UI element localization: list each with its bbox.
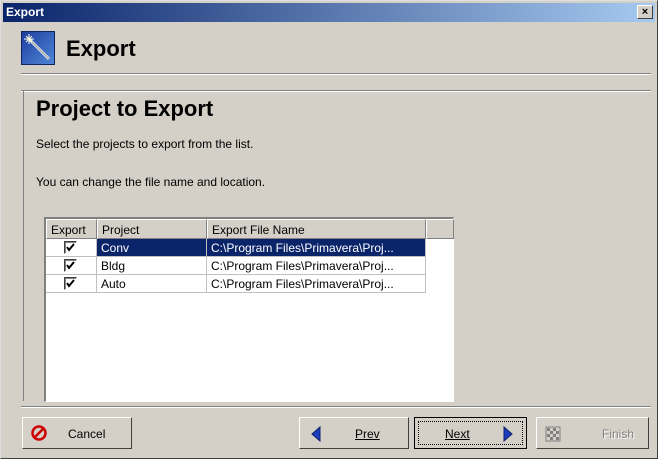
- cancel-label: Cancel: [68, 427, 106, 441]
- window-title: Export: [6, 5, 45, 19]
- export-cell[interactable]: [46, 275, 97, 293]
- next-label: Next: [445, 427, 470, 441]
- prev-label: Prev: [355, 427, 380, 441]
- export-checkbox[interactable]: [64, 259, 77, 272]
- project-cell[interactable]: Conv: [97, 239, 207, 257]
- close-button[interactable]: ×: [637, 5, 653, 19]
- page-title: Project to Export: [36, 96, 214, 121]
- prev-button[interactable]: Prev: [299, 417, 409, 449]
- button-divider: [21, 406, 651, 408]
- column-header-file-name[interactable]: Export File Name: [207, 219, 426, 239]
- project-cell[interactable]: Bldg: [97, 257, 207, 275]
- column-header-blank: [426, 219, 454, 239]
- next-button[interactable]: Next: [414, 417, 527, 449]
- finish-button[interactable]: Finish: [536, 417, 649, 449]
- instruction-select: Select the projects to export from the l…: [36, 137, 254, 151]
- arrow-right-icon: [503, 426, 513, 442]
- instruction-change: You can change the file name and locatio…: [36, 175, 266, 189]
- column-header-project[interactable]: Project: [97, 219, 207, 239]
- table-row[interactable]: Bldg C:\Program Files\Primavera\Proj...: [46, 257, 426, 275]
- export-dialog: Export × Export Project to Export Select…: [0, 0, 658, 459]
- header-title: Export: [66, 36, 136, 61]
- export-cell[interactable]: [46, 239, 97, 257]
- table-header: Export Project Export File Name: [46, 219, 454, 239]
- project-cell[interactable]: Auto: [97, 275, 207, 293]
- arrow-left-icon: [311, 426, 321, 442]
- cancel-button[interactable]: Cancel: [22, 417, 132, 449]
- column-header-export[interactable]: Export: [46, 219, 97, 239]
- finish-label: Finish: [602, 427, 635, 441]
- file-name-cell[interactable]: C:\Program Files\Primavera\Proj...: [207, 257, 426, 275]
- check-icon: [66, 261, 75, 270]
- check-icon: [66, 243, 75, 252]
- projects-table[interactable]: Export Project Export File Name Conv C:\…: [44, 217, 454, 402]
- table-row[interactable]: Auto C:\Program Files\Primavera\Proj...: [46, 275, 426, 293]
- checkered-flag-icon: [545, 426, 561, 442]
- check-icon: [66, 279, 75, 288]
- file-name-cell[interactable]: C:\Program Files\Primavera\Proj...: [207, 239, 426, 257]
- export-checkbox[interactable]: [64, 277, 77, 290]
- file-name-cell[interactable]: C:\Program Files\Primavera\Proj...: [207, 275, 426, 293]
- cancel-icon: [31, 425, 47, 441]
- wand-icon: [21, 31, 55, 65]
- export-checkbox[interactable]: [64, 241, 77, 254]
- table-row[interactable]: Conv C:\Program Files\Primavera\Proj...: [46, 239, 426, 257]
- title-bar[interactable]: Export ×: [3, 3, 655, 22]
- export-cell[interactable]: [46, 257, 97, 275]
- header-divider: [21, 73, 651, 75]
